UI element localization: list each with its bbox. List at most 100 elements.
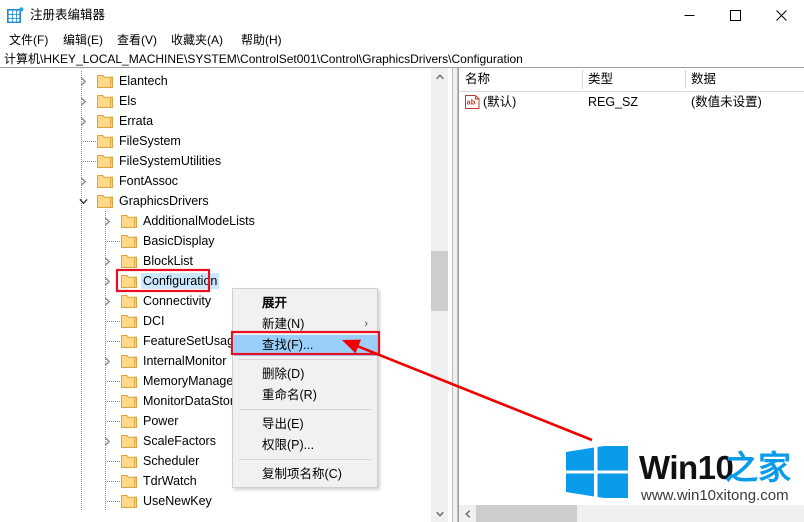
- tree-vertical-scrollbar[interactable]: [431, 68, 448, 522]
- tree-elbow: [81, 141, 96, 142]
- tree-item-filesystemutilities[interactable]: FileSystemUtilities: [0, 151, 430, 171]
- chevron-right-icon[interactable]: [100, 351, 114, 371]
- tree-item-label: MonitorDataStore: [143, 394, 241, 408]
- tree-item-fontassoc[interactable]: FontAssoc: [0, 171, 430, 191]
- folder-icon: [121, 374, 138, 389]
- folder-icon: [121, 234, 138, 249]
- tree-item-label: FileSystemUtilities: [119, 154, 222, 168]
- chevron-right-icon[interactable]: [100, 271, 114, 291]
- menu-item-3[interactable]: 查看(V): [114, 32, 160, 49]
- values-scroll-thumb[interactable]: [476, 505, 577, 522]
- watermark-brand: Win10: [639, 449, 734, 486]
- folder-icon: [97, 194, 114, 209]
- tree-elbow: [105, 321, 120, 322]
- tree-item-label: DCI: [143, 314, 165, 328]
- tree-guide-line: [81, 411, 82, 431]
- column-divider[interactable]: [685, 70, 686, 89]
- value-cell-name: (默认): [483, 95, 517, 109]
- tree-guide-line: [81, 311, 82, 331]
- tree-item-blocklist[interactable]: BlockList: [0, 251, 430, 271]
- menu-item-2[interactable]: 编辑(E): [60, 32, 106, 49]
- context-menu-item-3[interactable]: 查找(F)...: [234, 335, 378, 356]
- context-menu-separator: [239, 359, 371, 360]
- tree-item-els[interactable]: Els: [0, 91, 430, 111]
- tree-guide-line: [81, 231, 82, 251]
- context-menu-item-2[interactable]: 新建(N) ›: [234, 314, 378, 335]
- tree-guide-line: [81, 351, 82, 371]
- context-menu-label: 权限(P)...: [262, 438, 315, 452]
- tree-guide-line: [81, 371, 82, 391]
- tree-guide-line: [81, 491, 82, 511]
- tree-item-basicdisplay[interactable]: BasicDisplay: [0, 231, 430, 251]
- context-menu[interactable]: 展开 新建(N) › 查找(F)... 删除(D) 重命名(R) 导出(E) 权限(P)...…: [232, 288, 378, 488]
- chevron-right-icon[interactable]: [100, 431, 114, 451]
- chevron-right-icon[interactable]: [100, 291, 114, 311]
- context-menu-item-7[interactable]: 权限(P)...: [234, 435, 378, 456]
- tree-item-label: Elantech: [119, 74, 168, 88]
- tree-item-elantech[interactable]: Elantech: [0, 71, 430, 91]
- column-header-3[interactable]: 数据: [685, 68, 804, 90]
- tree-item-graphicsdrivers[interactable]: GraphicsDrivers: [0, 191, 430, 211]
- folder-icon: [121, 434, 138, 449]
- column-header-1[interactable]: 名称: [459, 68, 582, 90]
- chevron-right-icon[interactable]: [76, 171, 90, 191]
- title-bar: 注册表编辑器: [0, 0, 804, 32]
- watermark-brand-cn: 之家: [725, 449, 791, 486]
- tree-item-additionalmodelists[interactable]: AdditionalModeLists: [0, 211, 430, 231]
- folder-icon: [121, 354, 138, 369]
- scroll-down-icon[interactable]: [431, 505, 448, 522]
- folder-icon: [97, 174, 114, 189]
- tree-guide-line: [81, 451, 82, 471]
- column-header-2[interactable]: 类型: [582, 68, 685, 90]
- column-divider[interactable]: [582, 70, 583, 89]
- menu-bar: 文件(F) 编辑(E) 查看(V) 收藏夹(A) 帮助(H): [0, 30, 804, 50]
- tree-item-label: FeatureSetUsage: [143, 334, 241, 348]
- tree-item-label: ScaleFactors: [143, 434, 216, 448]
- close-icon[interactable]: [758, 0, 804, 30]
- tree-item-label: Connectivity: [143, 294, 212, 308]
- folder-icon: [97, 134, 114, 149]
- values-list-header: 名称 类型 数据: [459, 68, 804, 92]
- value-row[interactable]: ab (默认) REG_SZ (数值未设置): [459, 93, 804, 112]
- context-menu-separator: [239, 409, 371, 410]
- chevron-right-icon[interactable]: [76, 71, 90, 91]
- minimize-icon[interactable]: [666, 0, 712, 30]
- tree-guide-line: [81, 331, 82, 351]
- context-menu-item-1[interactable]: 展开: [234, 293, 378, 314]
- menu-item-1[interactable]: 文件(F): [6, 32, 51, 49]
- menu-item-5[interactable]: 帮助(H): [238, 32, 285, 49]
- chevron-right-icon[interactable]: [76, 111, 90, 131]
- tree-elbow: [105, 401, 120, 402]
- scroll-left-icon[interactable]: [459, 505, 476, 522]
- scroll-up-icon[interactable]: [431, 68, 448, 85]
- tree-elbow: [105, 421, 120, 422]
- tree-elbow: [105, 241, 120, 242]
- context-menu-label: 复制项名称(C): [262, 467, 342, 481]
- values-horizontal-scrollbar[interactable]: [459, 505, 804, 522]
- chevron-right-icon[interactable]: [100, 211, 114, 231]
- value-cell-data: (数值未设置): [691, 95, 762, 109]
- folder-icon: [121, 414, 138, 429]
- tree-guide-line: [81, 271, 82, 291]
- tree-item-filesystem[interactable]: FileSystem: [0, 131, 430, 151]
- chevron-right-icon[interactable]: [76, 91, 90, 111]
- address-bar[interactable]: 计算机\HKEY_LOCAL_MACHINE\SYSTEM\ControlSet…: [0, 50, 804, 68]
- context-menu-label: 重命名(R): [262, 388, 317, 402]
- context-menu-item-5[interactable]: 重命名(R): [234, 385, 378, 406]
- tree-scroll-thumb[interactable]: [431, 251, 448, 311]
- tree-item-label: FontAssoc: [119, 174, 179, 188]
- chevron-right-icon[interactable]: [100, 251, 114, 271]
- folder-icon: [121, 334, 138, 349]
- maximize-icon[interactable]: [712, 0, 758, 30]
- tree-guide-line: [81, 211, 82, 231]
- context-menu-item-6[interactable]: 导出(E): [234, 414, 378, 435]
- menu-item-4[interactable]: 收藏夹(A): [168, 32, 226, 49]
- tree-item-errata[interactable]: Errata: [0, 111, 430, 131]
- tree-elbow: [105, 481, 120, 482]
- context-menu-item-8[interactable]: 复制项名称(C): [234, 464, 378, 485]
- context-menu-item-4[interactable]: 删除(D): [234, 364, 378, 385]
- tree-item-usenewkey[interactable]: UseNewKey: [0, 491, 430, 511]
- tree-elbow: [105, 461, 120, 462]
- context-menu-label: 导出(E): [262, 417, 304, 431]
- chevron-down-icon[interactable]: [76, 191, 90, 211]
